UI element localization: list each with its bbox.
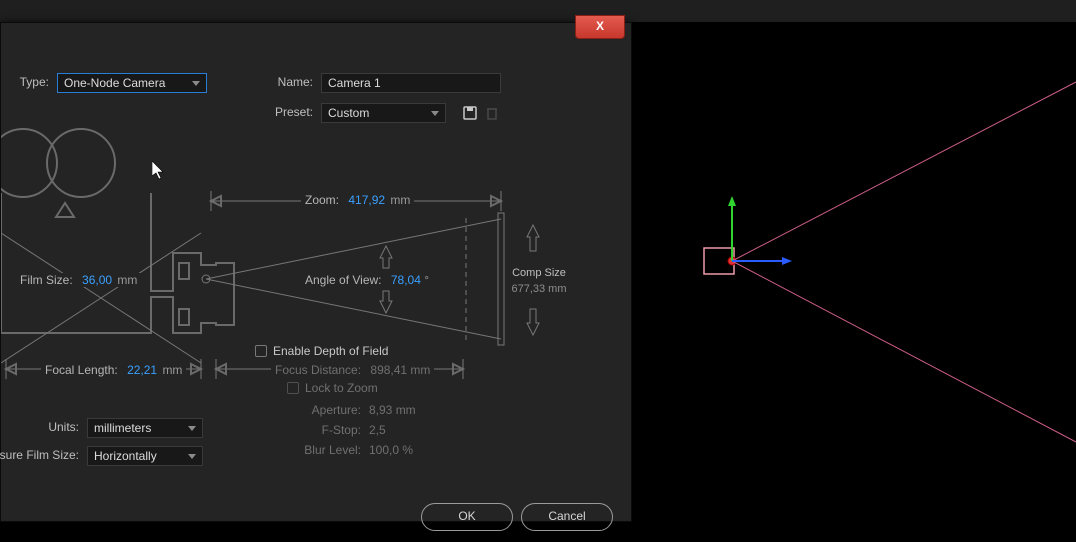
ok-button[interactable]: OK <box>421 503 513 531</box>
film-size-unit: mm <box>117 273 137 287</box>
focal-length-unit: mm <box>162 363 182 377</box>
zoom-value: 417,92 <box>348 193 385 207</box>
chevron-down-icon <box>188 426 196 431</box>
ok-label: OK <box>458 509 475 523</box>
film-size-field[interactable]: Film Size: 36,00 mm <box>16 273 141 287</box>
comp-size-label: Comp Size <box>509 267 569 279</box>
angle-value: 78,04 <box>391 273 429 287</box>
checkbox-icon <box>287 382 299 394</box>
save-preset-icon[interactable] <box>461 104 479 122</box>
chevron-down-icon <box>188 454 196 459</box>
axis-y-icon <box>728 196 736 261</box>
units-value: millimeters <box>94 418 151 438</box>
cancel-label: Cancel <box>548 509 585 523</box>
focal-length-value: 22,21 <box>127 363 157 377</box>
checkbox-icon <box>255 345 267 357</box>
blur-level-value: 100,0 % <box>369 443 413 457</box>
aperture-label: Aperture: <box>251 403 361 417</box>
focus-distance-value: 898,41 mm <box>370 363 430 377</box>
cancel-button[interactable]: Cancel <box>521 503 613 531</box>
zoom-field[interactable]: Zoom: 417,92 mm <box>301 193 414 207</box>
axis-x-icon <box>732 257 792 265</box>
name-input[interactable]: Camera 1 <box>321 73 501 93</box>
viewport-3d[interactable] <box>632 22 1076 542</box>
cursor-icon <box>152 161 166 181</box>
film-size-value: 36,00 <box>82 273 112 287</box>
preset-select[interactable]: Custom <box>321 103 446 123</box>
type-label: Type: <box>1 75 49 89</box>
chevron-down-icon <box>431 111 439 116</box>
type-value: One-Node Camera <box>64 73 165 93</box>
blur-level-label: Blur Level: <box>251 443 361 457</box>
fstop-label: F-Stop: <box>251 423 361 437</box>
enable-dof-checkbox[interactable]: Enable Depth of Field <box>255 344 388 358</box>
angle-of-view-field[interactable]: Angle of View: 78,04 <box>301 273 433 287</box>
lock-to-zoom-checkbox: Lock to Zoom <box>287 381 378 395</box>
comp-size-value: 677,33 mm <box>505 283 573 295</box>
zoom-label: Zoom: <box>305 193 339 207</box>
aperture-value: 8,93 mm <box>369 403 416 417</box>
focal-length-field[interactable]: Focal Length: 22,21 mm <box>41 363 186 377</box>
focus-distance-label: Focus Distance: <box>275 363 361 377</box>
name-value: Camera 1 <box>328 73 381 93</box>
camera-settings-dialog: X <box>0 22 632 522</box>
preset-label: Preset: <box>251 105 313 119</box>
fstop-value: 2,5 <box>369 423 386 437</box>
app-top-strip <box>0 0 1076 23</box>
preset-value: Custom <box>328 103 369 123</box>
measure-select[interactable]: Horizontally <box>87 446 203 466</box>
measure-value: Horizontally <box>94 446 157 466</box>
focus-distance-field: Focus Distance: 898,41 mm <box>271 363 434 377</box>
delete-preset-icon[interactable] <box>483 104 501 122</box>
units-label: Units: <box>1 420 79 434</box>
focal-length-label: Focal Length: <box>45 363 118 377</box>
lock-to-zoom-label: Lock to Zoom <box>305 381 378 395</box>
film-size-label: Film Size: <box>20 273 73 287</box>
type-select[interactable]: One-Node Camera <box>57 73 207 93</box>
dialog-content: Type: One-Node Camera Name: Camera 1 Pre… <box>1 63 631 503</box>
angle-label: Angle of View: <box>305 273 382 287</box>
measure-label: Measure Film Size: <box>0 448 79 462</box>
chevron-down-icon <box>192 81 200 86</box>
close-icon: X <box>596 19 604 33</box>
enable-dof-label: Enable Depth of Field <box>273 344 388 358</box>
units-select[interactable]: millimeters <box>87 418 203 438</box>
close-button[interactable]: X <box>575 15 625 39</box>
name-label: Name: <box>251 75 313 89</box>
zoom-unit: mm <box>390 193 410 207</box>
